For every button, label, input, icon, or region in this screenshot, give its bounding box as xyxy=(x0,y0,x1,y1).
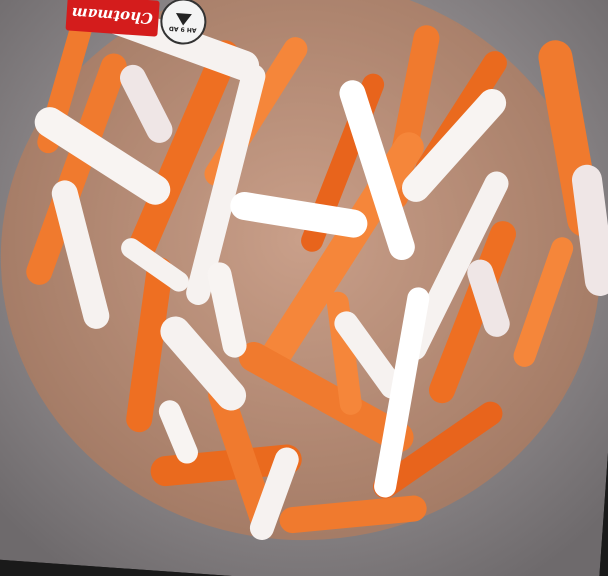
food-photo xyxy=(0,0,608,576)
daikon-strip xyxy=(571,164,608,296)
circle-text: AH 9 AD xyxy=(168,24,197,33)
brand-circle: AH 9 AD xyxy=(158,0,208,47)
photo-frame: Chotmam AH 9 AD xyxy=(0,0,608,576)
brand-banner: Chotmam xyxy=(65,0,160,37)
daikon-strip xyxy=(230,191,368,238)
arrow-icon xyxy=(175,12,192,26)
brand-text: Chotmam xyxy=(71,3,154,28)
pickled-vegetables-illustration xyxy=(0,0,608,576)
